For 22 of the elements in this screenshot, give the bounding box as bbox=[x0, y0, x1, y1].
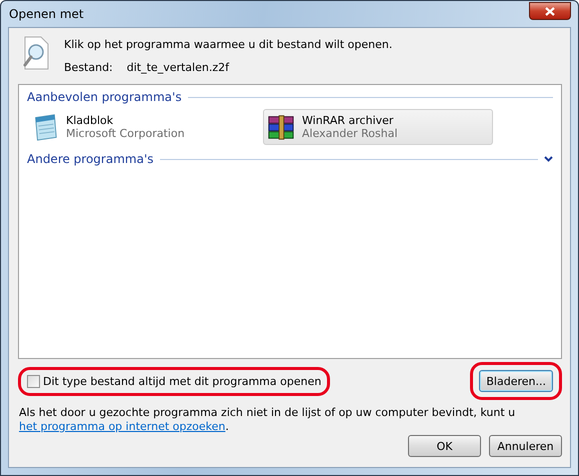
file-name: dit_te_vertalen.z2f bbox=[126, 61, 229, 74]
program-publisher: Microsoft Corporation bbox=[66, 127, 185, 140]
dialog-button[interactable]: Annuleren bbox=[489, 435, 562, 457]
group-header[interactable]: Aanbevolen programma's bbox=[27, 90, 182, 104]
window-title: Openen met bbox=[8, 7, 84, 21]
program-item[interactable]: WinRAR archiver Alexander Roshal bbox=[263, 109, 493, 145]
help-text: Als het door u gezochte programma zich niet in de lijst of op uw computer bevindt, kunt u het programma op internet opzoeken. bbox=[18, 406, 516, 434]
file-label: Bestand: bbox=[64, 61, 113, 74]
program-publisher: Alexander Roshal bbox=[302, 127, 398, 140]
close-button[interactable] bbox=[529, 2, 571, 20]
always-use-checkbox[interactable]: Dit type bestand altijd met dit programma openen bbox=[27, 374, 322, 388]
document-search-icon bbox=[22, 36, 50, 70]
group-header[interactable]: Andere programma's bbox=[27, 152, 154, 166]
dialog-button[interactable]: OK bbox=[408, 435, 481, 457]
program-name: WinRAR archiver bbox=[302, 114, 394, 127]
browse-button[interactable]: Bladeren... bbox=[479, 370, 553, 392]
program-name: Kladblok bbox=[66, 114, 114, 127]
search-online-link[interactable]: het programma op internet opzoeken bbox=[19, 420, 226, 433]
program-item[interactable]: Kladblok Microsoft Corporation bbox=[27, 109, 257, 145]
close-icon bbox=[545, 6, 555, 16]
instruction-text: Klik op het programma waarmee u dit bestand wilt openen. bbox=[64, 38, 392, 51]
chevron-down-icon[interactable] bbox=[544, 156, 553, 162]
